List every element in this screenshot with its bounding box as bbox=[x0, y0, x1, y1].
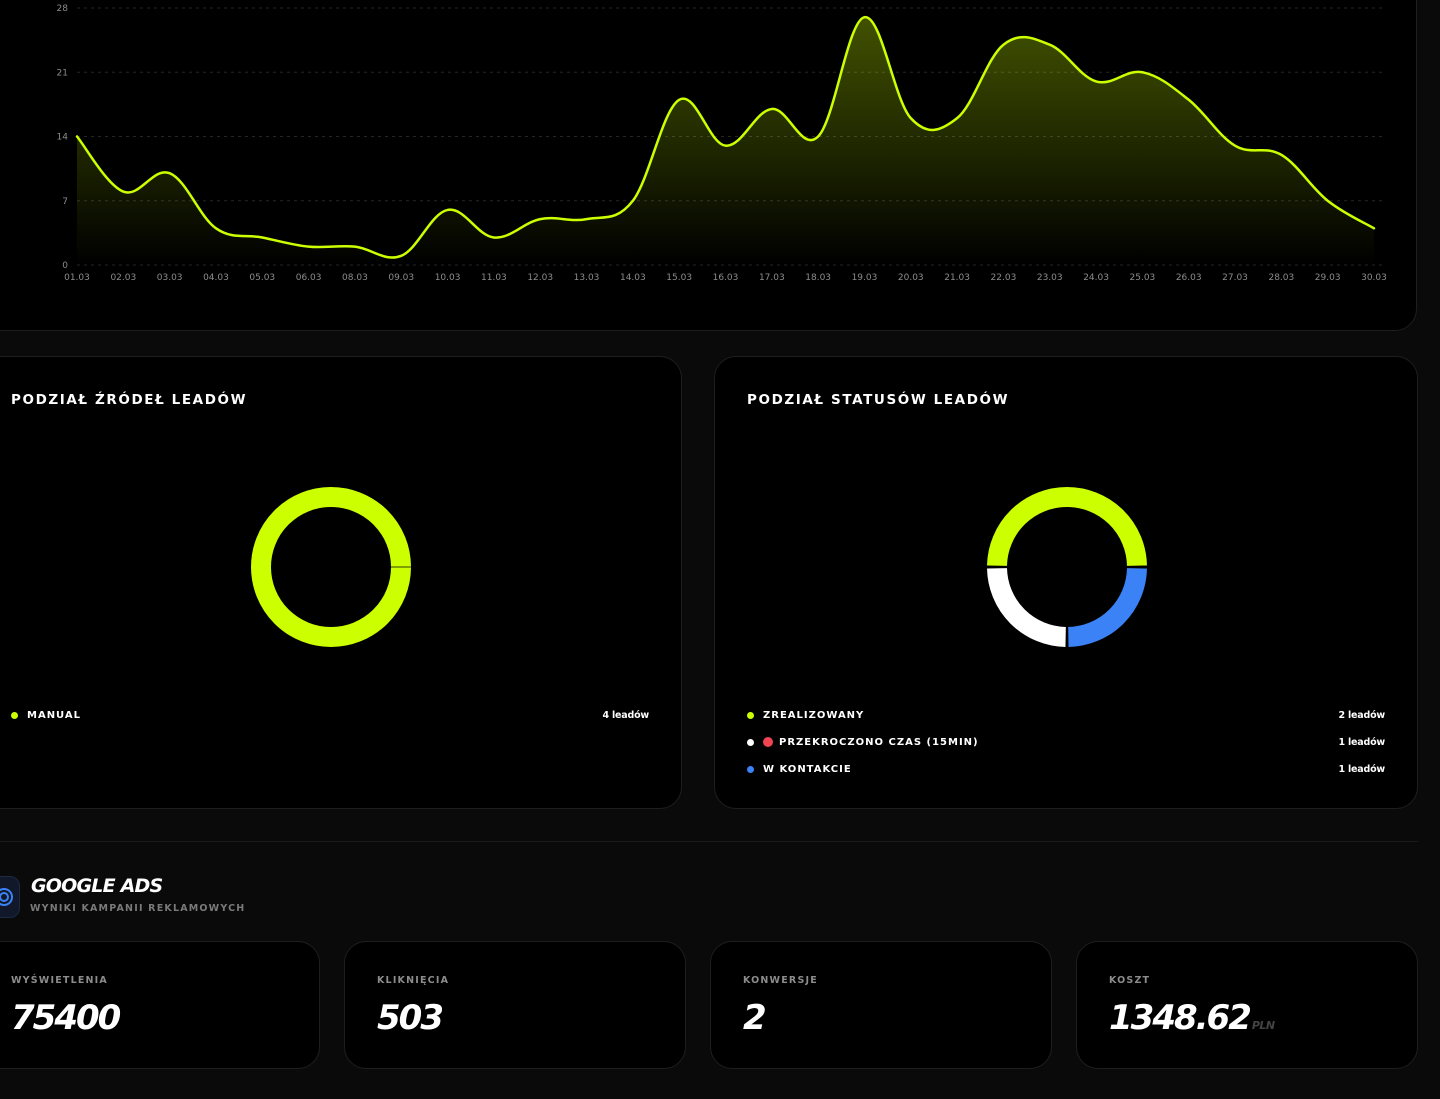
donut-slice bbox=[987, 567, 1067, 647]
stat-value: 75400 bbox=[11, 998, 121, 1038]
y-tick-label: 7 bbox=[62, 197, 68, 207]
x-tick-label: 20.03 bbox=[898, 273, 924, 283]
x-tick-label: 06.03 bbox=[296, 273, 322, 283]
stat-value: 2 bbox=[743, 998, 767, 1038]
legend-item: W KONTAKCIE 1 leadów bbox=[747, 762, 1385, 776]
card-title: PODZIAŁ STATUSÓW LEADÓW bbox=[747, 392, 1010, 408]
y-tick-label: 0 bbox=[62, 261, 68, 271]
x-tick-label: 26.03 bbox=[1176, 273, 1202, 283]
leads-area-chart: 0 7 14 21 28 01.03 02.03 03.03 04.03 05.03 06.03 0… bbox=[57, 4, 1387, 283]
legend-value: 1 leadów bbox=[1338, 763, 1385, 775]
x-tick-label: 16.03 bbox=[713, 273, 739, 283]
stat-label: KLIKNIĘCIA bbox=[377, 975, 450, 986]
currency-unit: PLN bbox=[1251, 1019, 1275, 1032]
x-tick-label: 09.03 bbox=[388, 273, 414, 283]
x-tick-label: 08.03 bbox=[342, 273, 368, 283]
stat-label: KONWERSJE bbox=[743, 975, 818, 986]
x-tick-label: 25.03 bbox=[1130, 273, 1156, 283]
stat-value: 503 bbox=[377, 998, 444, 1038]
x-tick-label: 29.03 bbox=[1315, 273, 1341, 283]
donut-slice bbox=[987, 487, 1147, 567]
legend-dot bbox=[747, 765, 754, 773]
legend-value: 1 leadów bbox=[1338, 736, 1385, 748]
section-title: GOOGLE ADS bbox=[31, 875, 163, 897]
legend-item: MANUAL 4 leadów bbox=[11, 708, 649, 722]
legend-item: ZREALIZOWANY 2 leadów bbox=[747, 708, 1385, 722]
x-tick-label: 27.03 bbox=[1222, 273, 1248, 283]
chart-area-fill bbox=[77, 17, 1374, 266]
legend-item: PRZEKROCZONO CZAS (15MIN) 1 leadów bbox=[747, 735, 1385, 749]
legend-label: PRZEKROCZONO CZAS (15MIN) bbox=[779, 736, 979, 748]
x-tick-label: 02.03 bbox=[110, 273, 136, 283]
overdue-badge-icon bbox=[763, 737, 773, 747]
x-tick-label: 24.03 bbox=[1083, 273, 1109, 283]
x-tick-label: 18.03 bbox=[805, 273, 831, 283]
legend-label: W KONTAKCIE bbox=[763, 763, 852, 775]
x-tick-label: 14.03 bbox=[620, 273, 646, 283]
card-title: PODZIAŁ ŹRÓDEŁ LEADÓW bbox=[11, 392, 248, 408]
x-tick-label: 21.03 bbox=[944, 273, 970, 283]
lead-sources-donut-chart bbox=[251, 487, 411, 647]
legend-dot bbox=[747, 711, 754, 719]
donut-slice bbox=[251, 487, 411, 647]
x-tick-label: 28.03 bbox=[1268, 273, 1294, 283]
x-tick-label: 03.03 bbox=[157, 273, 183, 283]
y-tick-label: 21 bbox=[57, 68, 68, 78]
section-divider bbox=[0, 841, 1418, 842]
stat-card-clicks: KLIKNIĘCIA 503 bbox=[344, 941, 686, 1069]
lead-sources-card: PODZIAŁ ŹRÓDEŁ LEADÓW MANUAL 4 leadów bbox=[0, 356, 682, 809]
stat-card-cost: KOSZT 1348.62 PLN bbox=[1076, 941, 1418, 1069]
x-tick-label: 05.03 bbox=[249, 273, 275, 283]
lead-statuses-card: PODZIAŁ STATUSÓW LEADÓW ZREALIZOWANY 2 l… bbox=[714, 356, 1418, 809]
x-tick-label: 19.03 bbox=[852, 273, 878, 283]
x-tick-label: 15.03 bbox=[666, 273, 692, 283]
stat-label: WYŚWIETLENIA bbox=[11, 975, 108, 986]
x-tick-label: 10.03 bbox=[435, 273, 461, 283]
section-subtitle: WYNIKI KAMPANII REKLAMOWYCH bbox=[30, 903, 246, 914]
legend-value: 2 leadów bbox=[1338, 709, 1385, 721]
y-tick-label: 14 bbox=[57, 133, 69, 143]
stat-card-conversions: KONWERSJE 2 bbox=[710, 941, 1052, 1069]
x-tick-label: 04.03 bbox=[203, 273, 229, 283]
target-icon bbox=[0, 876, 20, 918]
stat-value: 1348.62 PLN bbox=[1109, 998, 1275, 1038]
x-tick-label: 30.03 bbox=[1361, 273, 1387, 283]
x-tick-label: 17.03 bbox=[759, 273, 785, 283]
x-tick-label: 12.03 bbox=[527, 273, 553, 283]
legend-dot bbox=[11, 711, 18, 719]
donut-slice bbox=[1067, 567, 1147, 647]
legend-value: 4 leadów bbox=[602, 709, 649, 721]
x-tick-label: 22.03 bbox=[991, 273, 1017, 283]
x-tick-label: 23.03 bbox=[1037, 273, 1063, 283]
stat-card-impressions: WYŚWIETLENIA 75400 bbox=[0, 941, 320, 1069]
x-tick-label: 11.03 bbox=[481, 273, 507, 283]
leads-chart-card: 0 7 14 21 28 01.03 02.03 03.03 04.03 05.03 06.03 0… bbox=[0, 0, 1417, 331]
x-tick-label: 01.03 bbox=[64, 273, 90, 283]
legend-label: MANUAL bbox=[27, 709, 81, 721]
x-tick-label: 13.03 bbox=[574, 273, 600, 283]
legend-dot bbox=[747, 738, 754, 746]
y-tick-label: 28 bbox=[57, 4, 69, 14]
stat-label: KOSZT bbox=[1109, 975, 1151, 986]
legend-label: ZREALIZOWANY bbox=[763, 709, 865, 721]
lead-statuses-donut-chart bbox=[987, 487, 1147, 647]
